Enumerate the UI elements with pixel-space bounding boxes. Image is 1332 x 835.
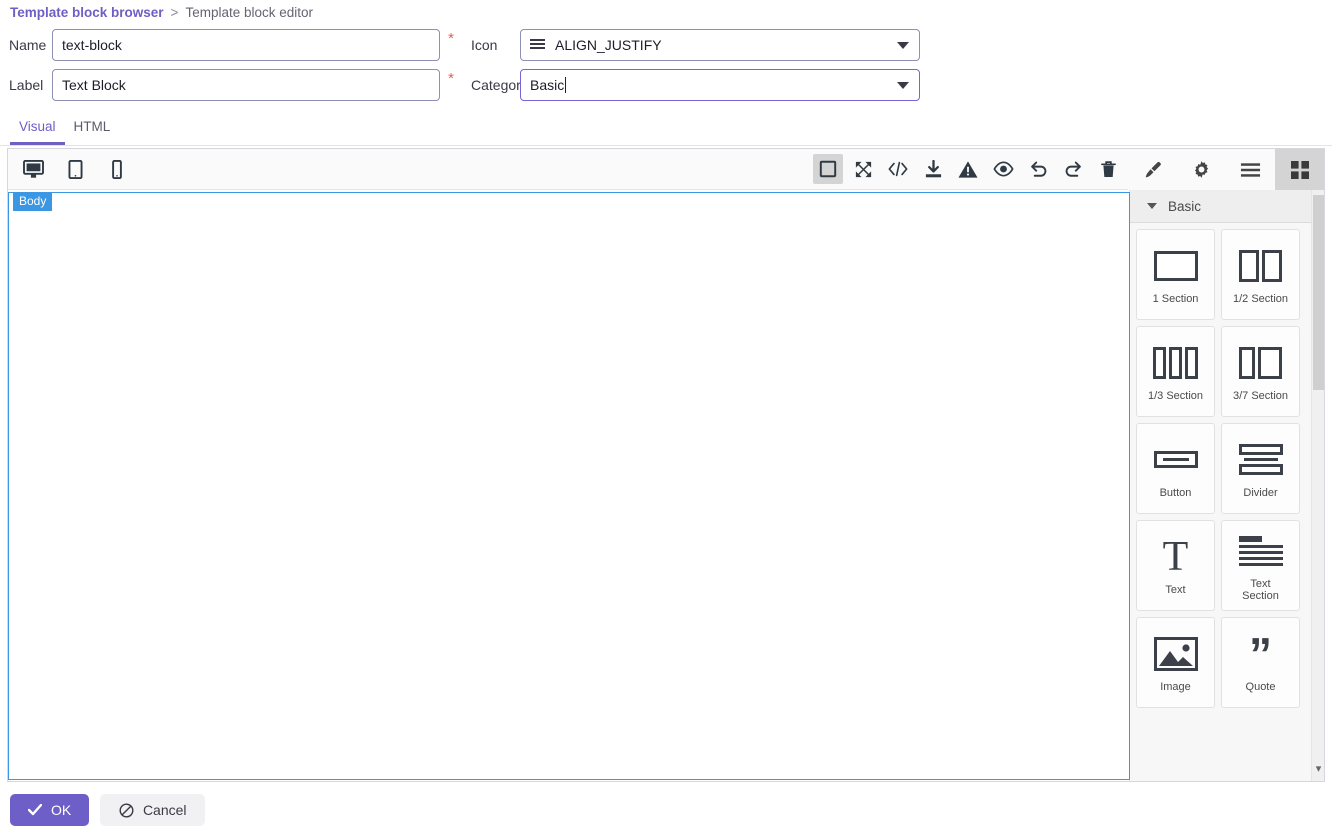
form-row-label-category: Label Text Block * Category Basic bbox=[0, 69, 920, 101]
mobile-icon[interactable] bbox=[102, 154, 132, 184]
block-label: Image bbox=[1160, 680, 1191, 693]
block-image[interactable]: Image bbox=[1136, 617, 1215, 708]
desktop-icon[interactable] bbox=[18, 154, 48, 184]
block-divider[interactable]: Divider bbox=[1221, 423, 1300, 514]
blocks-panel-scrollbar[interactable]: ▾ bbox=[1311, 190, 1324, 781]
block-label: 3/7 Section bbox=[1232, 389, 1289, 402]
blocks-panel: Basic 1 Section 1/2 Section 1/3 Section … bbox=[1130, 190, 1324, 781]
chevron-down-icon bbox=[1147, 203, 1157, 209]
code-icon[interactable] bbox=[883, 154, 913, 184]
check-icon bbox=[28, 804, 42, 816]
blocks-icon[interactable] bbox=[1275, 149, 1324, 190]
block-three-seven-section[interactable]: 3/7 Section bbox=[1221, 326, 1300, 417]
block-text[interactable]: T Text bbox=[1136, 520, 1215, 611]
blocks-category-label: Basic bbox=[1168, 198, 1202, 214]
breadcrumb: Template block browser > Template block … bbox=[10, 3, 313, 21]
block-label: Text bbox=[1165, 583, 1186, 596]
category-select-value: Basic bbox=[530, 77, 565, 93]
page-builder-editor: Body Basic 1 Section 1/2 Section 1/3 Sec… bbox=[7, 148, 1325, 782]
canvas-area[interactable]: Body bbox=[8, 190, 1130, 781]
icon-field-label: Icon bbox=[471, 37, 498, 53]
button-block-icon bbox=[1153, 437, 1198, 483]
label-required-marker: * bbox=[448, 70, 454, 87]
one-section-icon bbox=[1153, 243, 1198, 289]
block-label: Text Section bbox=[1242, 577, 1279, 602]
block-half-section[interactable]: 1/2 Section bbox=[1221, 229, 1300, 320]
borders-icon[interactable] bbox=[813, 154, 843, 184]
name-input[interactable]: text-block bbox=[52, 29, 440, 61]
editor-options bbox=[813, 154, 1123, 184]
text-section-block-icon bbox=[1238, 528, 1283, 574]
image-block-icon bbox=[1153, 631, 1198, 677]
gear-icon[interactable] bbox=[1177, 149, 1226, 190]
quote-block-icon: ” bbox=[1249, 627, 1272, 680]
undo-icon[interactable] bbox=[1023, 154, 1053, 184]
right-panel-tabs bbox=[1128, 149, 1324, 190]
block-label: 1 Section bbox=[1152, 292, 1199, 305]
align-justify-icon bbox=[530, 39, 545, 51]
icon-select[interactable]: ALIGN_JUSTIFY bbox=[520, 29, 920, 61]
block-quote[interactable]: ” Quote bbox=[1221, 617, 1300, 708]
blocks-grid: 1 Section 1/2 Section 1/3 Section 3/7 Se… bbox=[1130, 223, 1322, 708]
eye-icon[interactable] bbox=[988, 154, 1018, 184]
brush-icon[interactable] bbox=[1128, 149, 1177, 190]
block-label: 1/2 Section bbox=[1232, 292, 1289, 305]
blocks-category-basic[interactable]: Basic bbox=[1130, 190, 1324, 223]
device-switcher bbox=[8, 154, 132, 184]
body-badge: Body bbox=[13, 192, 53, 211]
ok-button-label: OK bbox=[51, 802, 72, 818]
editor-body: Body Basic 1 Section 1/2 Section 1/3 Sec… bbox=[8, 190, 1324, 781]
dialog-footer: OK Cancel bbox=[0, 785, 1332, 835]
layers-icon[interactable] bbox=[1226, 149, 1275, 190]
cancel-button[interactable]: Cancel bbox=[100, 794, 206, 826]
name-required-marker: * bbox=[448, 30, 454, 47]
label-field-label: Label bbox=[9, 77, 44, 93]
breadcrumb-current-page: Template block editor bbox=[185, 4, 314, 20]
editor-toolbar bbox=[8, 149, 1324, 190]
editor-mode-tabs: Visual HTML bbox=[0, 118, 1332, 146]
scrollbar-thumb[interactable] bbox=[1313, 195, 1324, 390]
half-section-icon bbox=[1239, 243, 1282, 289]
three-seven-section-icon bbox=[1239, 340, 1282, 386]
block-label: Button bbox=[1159, 486, 1192, 499]
block-1-section[interactable]: 1 Section bbox=[1136, 229, 1215, 320]
icon-select-value: ALIGN_JUSTIFY bbox=[555, 37, 662, 53]
block-third-section[interactable]: 1/3 Section bbox=[1136, 326, 1215, 417]
chevron-down-icon[interactable]: ▾ bbox=[1313, 763, 1324, 775]
ok-button[interactable]: OK bbox=[10, 794, 90, 826]
block-label: 1/3 Section bbox=[1147, 389, 1204, 402]
trash-icon[interactable] bbox=[1093, 154, 1123, 184]
name-input-value: text-block bbox=[62, 37, 122, 53]
warning-icon[interactable] bbox=[953, 154, 983, 184]
name-field-label: Name bbox=[9, 37, 47, 53]
redo-icon[interactable] bbox=[1058, 154, 1088, 184]
form-row-name-icon: Name text-block * Icon ALIGN_JUSTIFY bbox=[0, 29, 920, 61]
import-icon[interactable] bbox=[918, 154, 948, 184]
chevron-down-icon[interactable] bbox=[897, 82, 909, 89]
block-label: Quote bbox=[1245, 680, 1276, 693]
label-input-value: Text Block bbox=[62, 77, 126, 93]
cancel-button-label: Cancel bbox=[142, 802, 187, 818]
chevron-down-icon[interactable] bbox=[897, 42, 909, 49]
tab-html[interactable]: HTML bbox=[65, 118, 120, 142]
breadcrumb-link-template-block-browser[interactable]: Template block browser bbox=[10, 5, 164, 20]
tablet-icon[interactable] bbox=[60, 154, 90, 184]
text-cursor bbox=[565, 77, 567, 93]
template-block-editor-page: Template block browser > Template block … bbox=[0, 0, 1332, 835]
label-input[interactable]: Text Block bbox=[52, 69, 440, 101]
fullscreen-icon[interactable] bbox=[848, 154, 878, 184]
tab-visual[interactable]: Visual bbox=[10, 118, 65, 145]
canvas-body-frame[interactable]: Body bbox=[8, 192, 1130, 780]
block-text-section[interactable]: Text Section bbox=[1221, 520, 1300, 611]
category-field-label: Category bbox=[471, 77, 528, 93]
category-select[interactable]: Basic bbox=[520, 69, 920, 101]
breadcrumb-separator: > bbox=[170, 4, 179, 20]
ban-icon bbox=[119, 803, 134, 817]
text-block-icon: T bbox=[1162, 533, 1189, 580]
block-button[interactable]: Button bbox=[1136, 423, 1215, 514]
third-section-icon bbox=[1153, 340, 1198, 386]
divider-block-icon bbox=[1238, 437, 1283, 483]
block-label: Divider bbox=[1243, 486, 1278, 499]
